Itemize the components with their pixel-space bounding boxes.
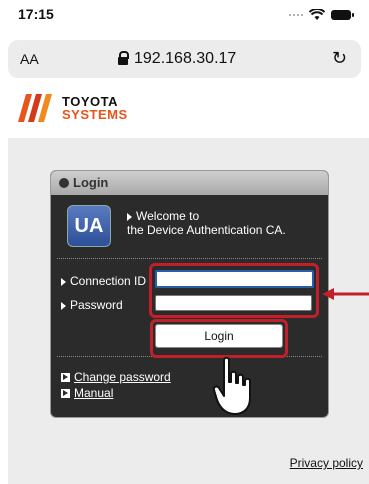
welcome-line2: the Device Authentication CA. [127, 223, 286, 237]
welcome-line1: Welcome to [136, 209, 200, 223]
battery-icon [331, 10, 354, 20]
red-arrow-icon [322, 288, 369, 300]
signal-icon [289, 14, 303, 16]
text-size-button[interactable]: AA [20, 51, 39, 67]
hand-cursor-icon [212, 356, 251, 415]
status-icons [289, 9, 354, 21]
link-arrow-icon [61, 372, 70, 382]
ua-logo: UA [67, 205, 111, 247]
arrow-right-icon [127, 212, 132, 221]
arrow-right-icon [61, 301, 66, 310]
bullet-icon [59, 178, 69, 188]
link-arrow-icon [61, 388, 70, 398]
lock-icon [118, 51, 129, 65]
password-label: Password [61, 298, 123, 312]
clock: 17:15 [18, 6, 54, 22]
address-bar[interactable]: AA 192.168.30.17 ↻ [8, 40, 361, 78]
url-text: 192.168.30.17 [134, 50, 237, 67]
login-panel-header: Login [51, 171, 328, 195]
privacy-policy-link[interactable]: Privacy policy [290, 456, 363, 470]
login-button-highlight [150, 319, 288, 358]
url-field[interactable]: 192.168.30.17 [118, 50, 236, 68]
toyota-systems-logo: TOYOTA SYSTEMS [18, 92, 158, 124]
wifi-icon [309, 9, 325, 20]
logo-mark-icon [18, 94, 52, 122]
connection-id-label: Connection ID [61, 274, 146, 288]
manual-link[interactable]: Manual [61, 386, 113, 400]
logo-text-line2: SYSTEMS [62, 107, 128, 122]
welcome-text: Welcome to the Device Authentication CA. [127, 209, 286, 237]
reload-icon[interactable]: ↻ [332, 48, 347, 69]
login-panel-title: Login [73, 175, 109, 190]
status-bar: 17:15 [0, 0, 369, 28]
change-password-link[interactable]: Change password [61, 370, 171, 384]
credentials-highlight [149, 263, 319, 318]
arrow-right-icon [61, 277, 66, 286]
divider [57, 258, 322, 259]
